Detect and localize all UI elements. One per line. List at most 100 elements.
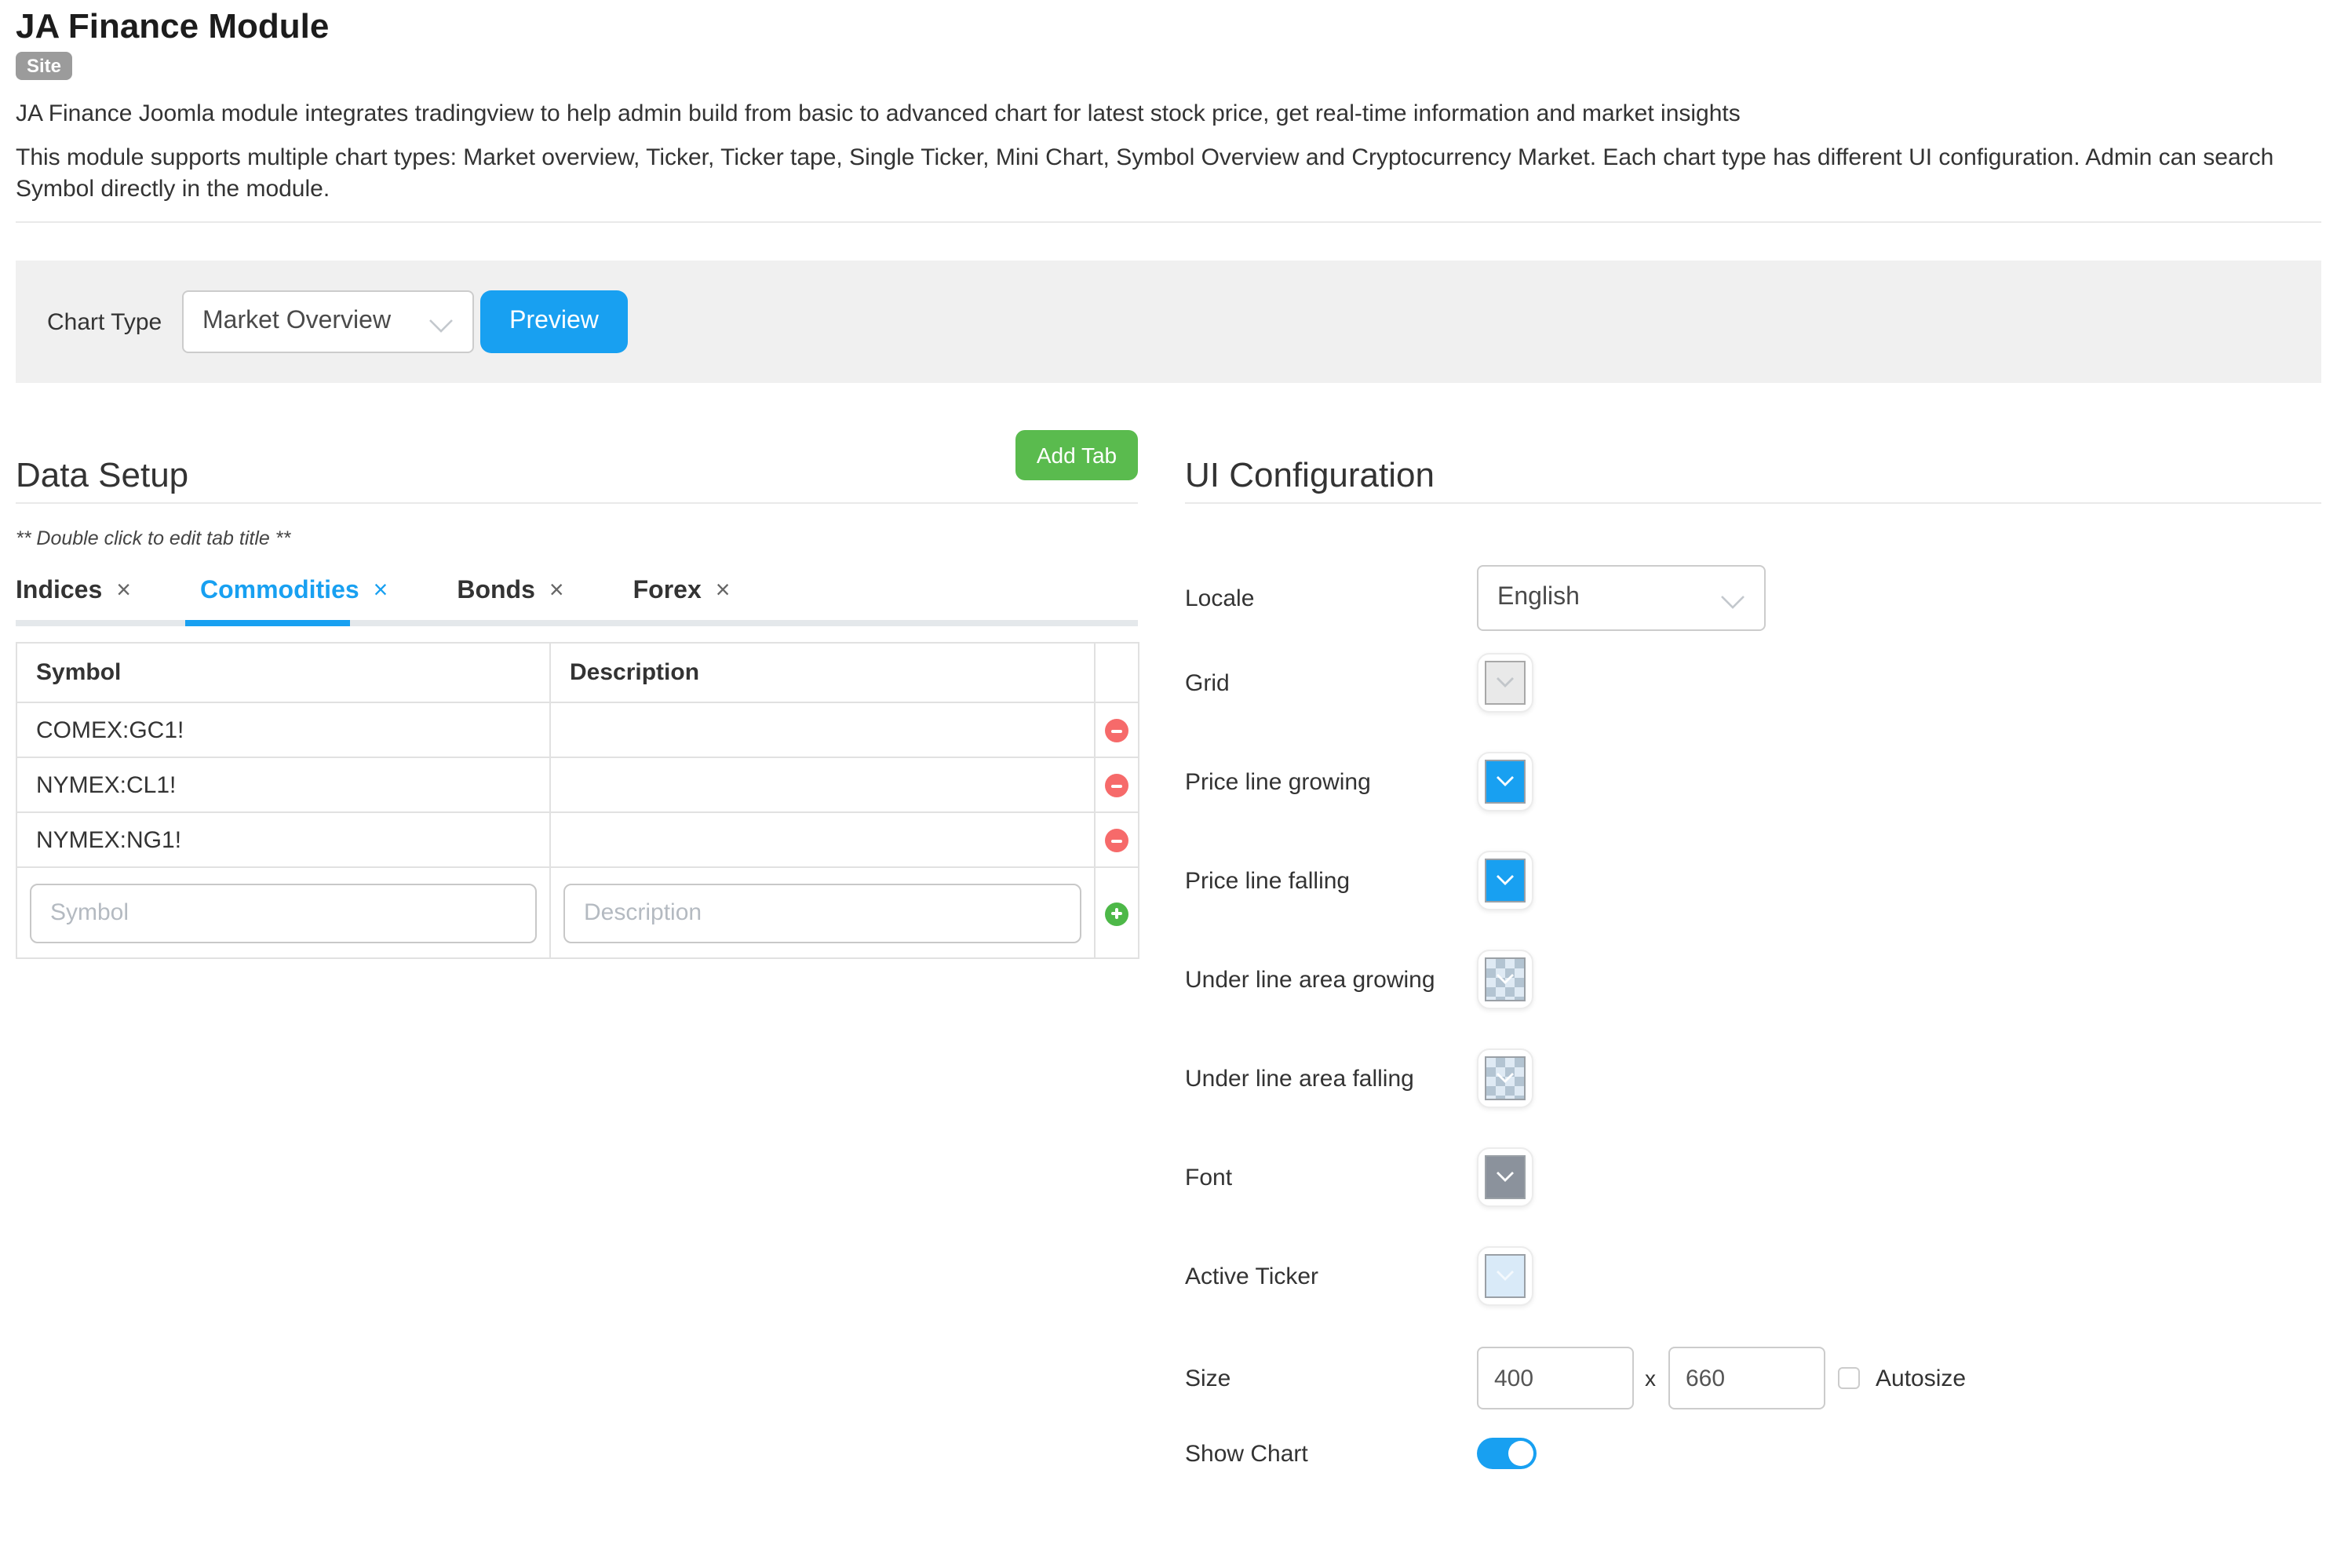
- chevron-down-icon: [1496, 1163, 1515, 1191]
- preview-button[interactable]: Preview: [480, 290, 628, 353]
- table-row: COMEX:GC1!: [16, 702, 1139, 757]
- add-row-icon[interactable]: [1105, 902, 1128, 925]
- new-symbol-row: [16, 867, 1139, 958]
- price-line-falling-color-picker[interactable]: [1477, 851, 1533, 910]
- price-line-growing-label: Price line growing: [1185, 768, 1477, 795]
- close-icon[interactable]: ×: [716, 579, 731, 604]
- price-line-growing-color-picker[interactable]: [1477, 752, 1533, 811]
- tab-edit-note: ** Double click to edit tab title **: [16, 527, 1138, 551]
- show-chart-row: Show Chart: [1185, 1438, 2321, 1469]
- chart-type-bar: Chart Type Market Overview Preview: [16, 261, 2321, 383]
- actions-column-header: [1095, 643, 1139, 702]
- locale-selected-value: English: [1497, 584, 1580, 612]
- active-ticker-label: Active Ticker: [1185, 1263, 1477, 1289]
- font-row: Font: [1185, 1147, 2321, 1207]
- show-chart-toggle[interactable]: [1477, 1438, 1537, 1469]
- font-color-picker[interactable]: [1477, 1147, 1533, 1207]
- price-line-falling-label: Price line falling: [1185, 867, 1477, 894]
- locale-select[interactable]: English: [1477, 565, 1766, 631]
- tab-label: Commodities: [200, 578, 359, 606]
- remove-row-icon[interactable]: [1105, 774, 1128, 797]
- under-line-area-growing-color-picker[interactable]: [1477, 950, 1533, 1009]
- tab-indices[interactable]: Indices ×: [16, 578, 131, 606]
- description-cell: [550, 757, 1095, 812]
- locale-label: Locale: [1185, 585, 1477, 611]
- tab-label: Indices: [16, 578, 102, 606]
- width-input[interactable]: [1477, 1347, 1634, 1409]
- chevron-down-icon: [428, 314, 454, 342]
- module-description-line-2: This module supports multiple chart type…: [16, 143, 2321, 206]
- under-line-area-falling-row: Under line area falling: [1185, 1048, 2321, 1108]
- chevron-down-icon: [1496, 669, 1515, 697]
- symbols-table: Symbol Description COMEX:GC1! NYMEX:CL1!…: [16, 642, 1139, 959]
- close-icon[interactable]: ×: [116, 579, 131, 604]
- data-tabs: Indices × Commodities × Bonds × Forex ×: [16, 578, 1138, 620]
- data-setup-section: Data Setup Add Tab ** Double click to ed…: [16, 430, 1138, 959]
- new-symbol-input[interactable]: [30, 883, 537, 943]
- table-header-row: Symbol Description: [16, 643, 1139, 702]
- page-title: JA Finance Module: [16, 0, 2321, 46]
- description-column-header: Description: [550, 643, 1095, 702]
- ui-configuration-section: UI Configuration Locale English Grid: [1185, 430, 2321, 1469]
- description-cell: [550, 702, 1095, 757]
- chevron-down-icon: [1496, 768, 1515, 796]
- tab-bonds[interactable]: Bonds ×: [457, 578, 563, 606]
- symbol-cell: NYMEX:NG1!: [16, 812, 550, 867]
- chart-type-label: Chart Type: [47, 308, 165, 335]
- grid-color-picker[interactable]: [1477, 653, 1533, 713]
- show-chart-label: Show Chart: [1185, 1440, 1477, 1467]
- size-label: Size: [1185, 1365, 1477, 1391]
- remove-row-icon[interactable]: [1105, 719, 1128, 742]
- under-line-area-growing-label: Under line area growing: [1185, 966, 1477, 993]
- toggle-knob: [1508, 1441, 1533, 1466]
- font-label: Font: [1185, 1164, 1477, 1191]
- under-line-area-falling-label: Under line area falling: [1185, 1065, 1477, 1092]
- autosize-label: Autosize: [1876, 1365, 1966, 1391]
- module-settings-page: JA Finance Module Site JA Finance Joomla…: [0, 0, 2337, 1568]
- module-description-line-1: JA Finance Joomla module integrates trad…: [16, 99, 2321, 130]
- table-row: NYMEX:CL1!: [16, 757, 1139, 812]
- tab-label: Forex: [633, 578, 702, 606]
- size-separator: x: [1645, 1366, 1656, 1391]
- autosize-checkbox[interactable]: [1838, 1367, 1860, 1389]
- chevron-down-icon: [1720, 590, 1745, 618]
- close-icon[interactable]: ×: [549, 579, 564, 604]
- size-row: Size x Autosize: [1185, 1347, 2321, 1409]
- chart-type-select[interactable]: Market Overview: [182, 290, 474, 353]
- symbol-cell: COMEX:GC1!: [16, 702, 550, 757]
- symbol-column-header: Symbol: [16, 643, 550, 702]
- active-ticker-row: Active Ticker: [1185, 1246, 2321, 1306]
- active-tab-indicator: [185, 620, 350, 626]
- price-line-growing-row: Price line growing: [1185, 752, 2321, 811]
- under-line-area-falling-color-picker[interactable]: [1477, 1048, 1533, 1108]
- locale-row: Locale English: [1185, 565, 2321, 631]
- ui-configuration-title: UI Configuration: [1185, 430, 2321, 493]
- chevron-down-icon: [1496, 965, 1515, 994]
- active-ticker-color-picker[interactable]: [1477, 1246, 1533, 1306]
- under-line-area-growing-row: Under line area growing: [1185, 950, 2321, 1009]
- grid-label: Grid: [1185, 669, 1477, 696]
- chevron-down-icon: [1496, 1064, 1515, 1092]
- height-input[interactable]: [1668, 1347, 1825, 1409]
- add-tab-button[interactable]: Add Tab: [1015, 430, 1138, 480]
- site-badge: Site: [16, 52, 72, 80]
- symbol-cell: NYMEX:CL1!: [16, 757, 550, 812]
- data-setup-title: Data Setup: [16, 430, 1138, 493]
- description-cell: [550, 812, 1095, 867]
- header-divider: [16, 221, 2321, 223]
- chevron-down-icon: [1496, 1262, 1515, 1290]
- remove-row-icon[interactable]: [1105, 829, 1128, 852]
- chevron-down-icon: [1496, 866, 1515, 895]
- tab-commodities[interactable]: Commodities ×: [200, 578, 388, 606]
- new-description-input[interactable]: [563, 883, 1081, 943]
- ui-configuration-divider: [1185, 502, 2321, 504]
- tab-forex[interactable]: Forex ×: [633, 578, 731, 606]
- price-line-falling-row: Price line falling: [1185, 851, 2321, 910]
- close-icon[interactable]: ×: [374, 579, 388, 604]
- grid-row: Grid: [1185, 653, 2321, 713]
- table-row: NYMEX:NG1!: [16, 812, 1139, 867]
- chart-type-selected-value: Market Overview: [202, 308, 391, 336]
- tab-underline-track: [16, 620, 1138, 626]
- tab-label: Bonds: [457, 578, 535, 606]
- data-setup-divider: [16, 502, 1138, 504]
